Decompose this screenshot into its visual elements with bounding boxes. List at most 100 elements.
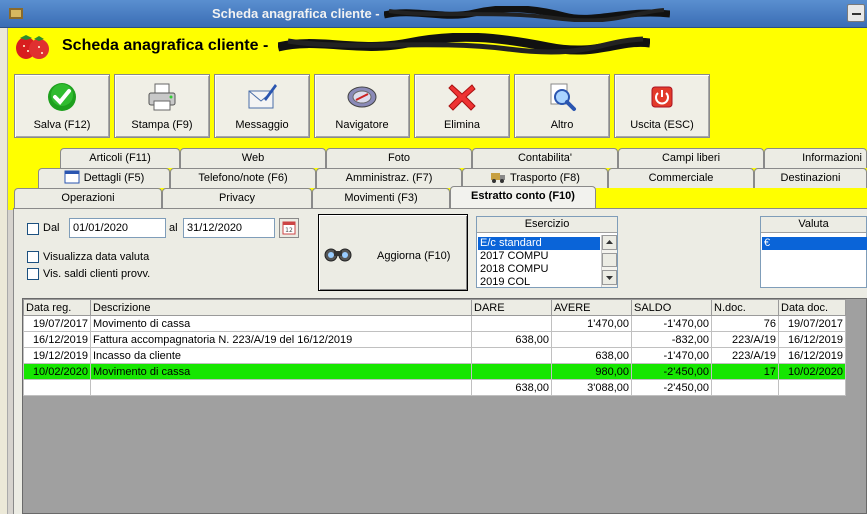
- tab-operazioni[interactable]: Operazioni: [14, 188, 162, 208]
- valuta-header: Valuta: [761, 217, 866, 233]
- scroll-thumb[interactable]: [602, 253, 617, 267]
- estratto-conto-grid[interactable]: Data reg. Descrizione DARE AVERE SALDO N.doc.…: [22, 298, 867, 514]
- table-cell: -2'450,00: [631, 379, 712, 396]
- tab-contabilita[interactable]: Contabilita': [472, 148, 618, 168]
- table-cell: 19/07/2017: [778, 315, 846, 332]
- form-title: Scheda anagrafica cliente -: [62, 37, 269, 54]
- aggiorna-label: Aggiorna (F10): [377, 250, 451, 262]
- data-valuta-label: Visualizza data valuta: [43, 251, 150, 263]
- envelope-pen-icon: [248, 84, 277, 109]
- magnifier-icon: [550, 83, 576, 111]
- table-cell: 638,00: [551, 347, 632, 364]
- valuta-list[interactable]: Valuta €: [760, 216, 867, 288]
- column-header[interactable]: Data reg.: [23, 299, 91, 316]
- tab-dettagli[interactable]: Dettagli (F5): [38, 168, 170, 188]
- list-item[interactable]: 2018 COMPU: [478, 263, 600, 276]
- tab-informazioni[interactable]: Informazioni: [764, 148, 867, 168]
- navigator-button[interactable]: Navigatore: [314, 74, 410, 138]
- dal-checkbox[interactable]: [27, 223, 39, 235]
- column-header[interactable]: SALDO: [631, 299, 712, 316]
- table-cell: 17: [711, 363, 779, 380]
- tab-articoli[interactable]: Articoli (F11): [60, 148, 180, 168]
- table-cell: 16/12/2019: [778, 347, 846, 364]
- tab-privacy[interactable]: Privacy: [162, 188, 312, 208]
- save-button[interactable]: Salva (F12): [14, 74, 110, 138]
- redacted-scribble: [278, 33, 650, 55]
- table-cell: Incasso da cliente: [90, 347, 472, 364]
- tab-telefono-note[interactable]: Telefono/note (F6): [170, 168, 316, 188]
- aggiorna-button[interactable]: Aggiorna (F10): [318, 214, 468, 291]
- column-header[interactable]: Data doc.: [778, 299, 846, 316]
- message-button-label: Messaggio: [235, 119, 289, 131]
- table-cell: 16/12/2019: [778, 331, 846, 348]
- table-cell: [711, 379, 779, 396]
- table-cell: -1'470,00: [631, 315, 712, 332]
- table-cell: Movimento di cassa: [90, 363, 472, 380]
- more-button-label: Altro: [550, 119, 574, 131]
- scroll-up-button[interactable]: [602, 235, 617, 250]
- table-cell: -832,00: [631, 331, 712, 348]
- date-to-input[interactable]: [183, 218, 275, 238]
- column-header[interactable]: Descrizione: [90, 299, 472, 316]
- table-cell: -2'450,00: [631, 363, 712, 380]
- table-cell: [471, 363, 552, 380]
- message-button[interactable]: Messaggio: [214, 74, 310, 138]
- esercizio-list[interactable]: Esercizio E/c standard 2017 COMPU 2018 C…: [476, 216, 618, 288]
- table-cell: Fattura accompagnatoria N. 223/A/19 del …: [90, 331, 472, 348]
- tab-estratto-conto[interactable]: Estratto conto (F10): [450, 186, 596, 208]
- saldi-provv-checkbox[interactable]: [27, 268, 39, 280]
- table-cell: 10/02/2020: [778, 363, 846, 380]
- arrow-down-icon: [606, 276, 613, 280]
- column-header[interactable]: AVERE: [551, 299, 632, 316]
- column-header[interactable]: N.doc.: [711, 299, 779, 316]
- data-valuta-checkbox[interactable]: [27, 251, 39, 263]
- list-item[interactable]: 2017 COMPU: [478, 250, 600, 263]
- app-icon: [9, 8, 23, 19]
- more-button[interactable]: Altro: [514, 74, 610, 138]
- form-header: Scheda anagrafica cliente -: [8, 28, 867, 64]
- date-from-input[interactable]: [69, 218, 166, 238]
- print-button[interactable]: Stampa (F9): [114, 74, 210, 138]
- exit-button[interactable]: Uscita (ESC): [614, 74, 710, 138]
- calendar-button[interactable]: 12: [279, 218, 299, 238]
- tab-movimenti[interactable]: Movimenti (F3): [312, 188, 450, 208]
- scroll-down-button[interactable]: [602, 270, 617, 285]
- tab-amministraz[interactable]: Amministraz. (F7): [316, 168, 462, 188]
- list-item[interactable]: E/c standard: [478, 237, 600, 250]
- delete-button[interactable]: Elimina: [414, 74, 510, 138]
- esercizio-header: Esercizio: [477, 217, 617, 233]
- table-cell: 76: [711, 315, 779, 332]
- totals-row[interactable]: 638,00 3'088,00 -2'450,00: [23, 379, 846, 396]
- esercizio-scrollbar[interactable]: [601, 235, 617, 287]
- list-item[interactable]: €: [762, 237, 867, 250]
- printer-icon: [148, 83, 176, 111]
- table-row[interactable]: 19/12/2019 Incasso da cliente 638,00 -1'470…: [23, 347, 846, 364]
- calendar-icon: [64, 170, 80, 184]
- list-item[interactable]: 2019 COL: [478, 276, 600, 289]
- table-cell: [23, 379, 91, 396]
- table-cell: 10/02/2020: [23, 363, 91, 380]
- table-row[interactable]: 16/12/2019 Fattura accompagnatoria N. 223…: [23, 331, 846, 348]
- binoculars-icon: [324, 248, 352, 262]
- window-titlebar: Scheda anagrafica cliente -: [0, 0, 867, 28]
- column-header[interactable]: DARE: [471, 299, 552, 316]
- minimize-button[interactable]: [847, 4, 865, 22]
- tab-campi-liberi[interactable]: Campi liberi: [618, 148, 764, 168]
- table-cell: [90, 379, 472, 396]
- navigator-button-label: Navigatore: [335, 119, 389, 131]
- tab-trasporto[interactable]: Trasporto (F8): [462, 168, 608, 188]
- table-cell: -1'470,00: [631, 347, 712, 364]
- table-cell: 638,00: [471, 379, 552, 396]
- window-title: Scheda anagrafica cliente -: [212, 6, 380, 21]
- truck-icon: [491, 173, 506, 184]
- tab-destinazioni[interactable]: Destinazioni: [754, 168, 867, 188]
- dal-label: Dal: [43, 222, 60, 234]
- tab-commerciale[interactable]: Commerciale: [608, 168, 754, 188]
- power-icon: [651, 86, 673, 108]
- tab-web[interactable]: Web: [180, 148, 326, 168]
- tab-foto[interactable]: Foto: [326, 148, 472, 168]
- table-row[interactable]: 19/07/2017 Movimento di cassa 1'470,00 -1'4…: [23, 315, 846, 332]
- redacted-scribble: [384, 6, 670, 22]
- table-row[interactable]: 10/02/2020 Movimento di cassa 980,00 -2'450…: [23, 363, 846, 380]
- checkmark-icon: [48, 83, 76, 111]
